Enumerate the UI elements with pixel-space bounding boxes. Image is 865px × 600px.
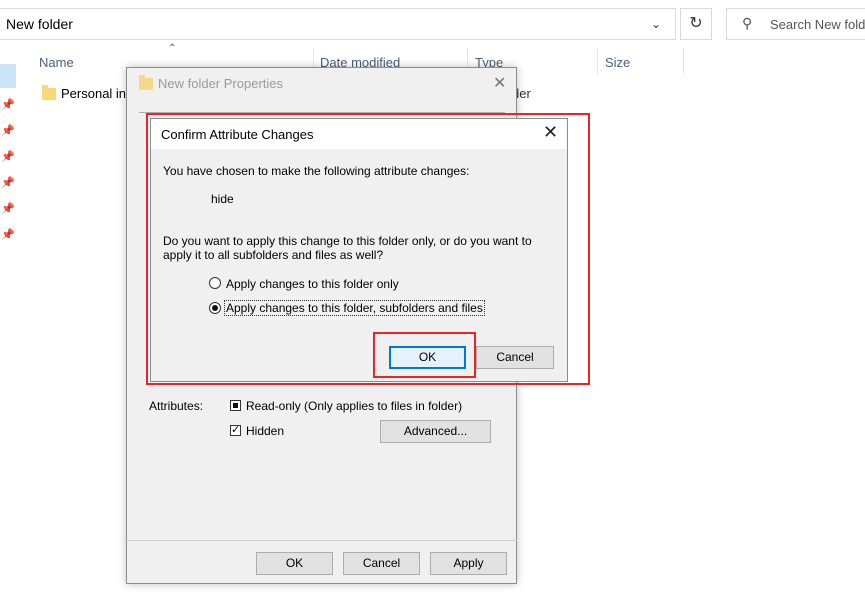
readonly-label: Read-only (Only applies to files in fold… bbox=[246, 399, 463, 413]
file-name[interactable]: Personal inf bbox=[61, 86, 130, 101]
properties-cancel-button[interactable]: Cancel bbox=[343, 552, 420, 575]
folder-icon bbox=[139, 75, 153, 90]
properties-title: New folder Properties bbox=[158, 76, 283, 91]
column-header-name[interactable]: Name bbox=[39, 55, 74, 70]
address-bar[interactable] bbox=[0, 8, 676, 40]
column-divider[interactable] bbox=[597, 48, 598, 74]
highlight-box-ok bbox=[373, 332, 476, 378]
properties-ok-button[interactable]: OK bbox=[256, 552, 333, 575]
divider bbox=[126, 540, 517, 541]
sort-up-icon: ⌃ bbox=[168, 43, 177, 54]
pin-icon[interactable]: 📌 bbox=[1, 150, 15, 163]
hidden-label: Hidden bbox=[246, 424, 285, 438]
column-divider[interactable] bbox=[683, 48, 684, 74]
nav-pane-selection[interactable] bbox=[0, 64, 16, 88]
pin-icon[interactable]: 📌 bbox=[1, 98, 15, 111]
search-icon: ⚲ bbox=[742, 15, 753, 31]
readonly-checkbox[interactable] bbox=[230, 400, 241, 411]
pin-icon[interactable]: 📌 bbox=[1, 202, 15, 215]
pin-icon[interactable]: 📌 bbox=[1, 228, 15, 241]
chevron-down-icon[interactable]: ⌄ bbox=[651, 17, 661, 31]
pin-icon[interactable]: 📌 bbox=[1, 176, 15, 189]
refresh-icon[interactable]: ↻ bbox=[680, 8, 712, 40]
address-text: New folder bbox=[6, 16, 73, 32]
advanced-button[interactable]: Advanced... bbox=[380, 420, 491, 443]
highlight-box-dialog bbox=[146, 113, 590, 385]
hidden-checkbox[interactable]: ✓ bbox=[230, 424, 241, 436]
search-input[interactable]: Search New fold bbox=[770, 17, 865, 32]
folder-icon bbox=[42, 85, 56, 100]
apply-button[interactable]: Apply bbox=[430, 552, 507, 575]
attributes-label: Attributes: bbox=[149, 399, 204, 413]
column-header-size[interactable]: Size bbox=[605, 55, 630, 70]
pin-icon[interactable]: 📌 bbox=[1, 124, 15, 137]
close-icon[interactable]: ✕ bbox=[493, 73, 506, 93]
